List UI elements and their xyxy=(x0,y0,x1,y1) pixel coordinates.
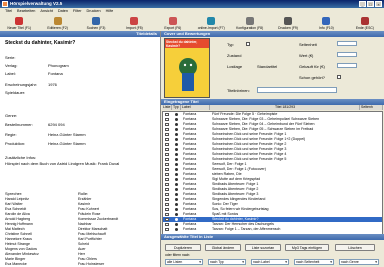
filter-type-select[interactable]: nach Typ xyxy=(208,259,246,265)
bought-input[interactable] xyxy=(337,63,357,68)
notes-input[interactable] xyxy=(257,87,337,93)
rarity-label: Seltenheit xyxy=(299,42,317,47)
field-label-verlag: Verlag: xyxy=(5,63,18,68)
field-value-direction: Heinz-Günter Stamm xyxy=(48,132,86,137)
cast-role: Frau Hoinsiewer xyxy=(78,262,105,266)
field-label-duration: Spieldauer: xyxy=(5,90,26,95)
row-label: Fontana xyxy=(183,227,197,231)
printer-icon xyxy=(284,17,293,25)
new-title-button[interactable]: Neuer Titel (F1) xyxy=(0,14,38,31)
close-button[interactable]: × xyxy=(375,1,382,7)
cover-header: Cover und Bewertungen xyxy=(161,31,384,37)
field-label-direction: Regie: xyxy=(5,132,17,137)
exit-button[interactable]: Ende (ESC) xyxy=(346,14,384,31)
export-icon xyxy=(168,17,177,25)
duplicate-button[interactable]: Duplizieren xyxy=(165,244,201,251)
filter-rarity-select[interactable]: nach Seltenheit xyxy=(294,259,334,265)
app-icon xyxy=(2,1,8,7)
field-label-order-number: Bestellnummer: xyxy=(5,122,33,127)
bought-label: Gekauft für (€) xyxy=(299,64,325,69)
title-details-header: Titeldetails xyxy=(0,31,160,37)
configuration-button[interactable]: Konfiguration (F8) xyxy=(230,14,268,31)
row-checkbox[interactable] xyxy=(165,227,169,233)
filter-list-select[interactable]: alle Listen xyxy=(165,259,203,265)
value-label: Wert (€) xyxy=(299,53,314,58)
field-label-genre: Genre: xyxy=(5,113,18,118)
speakers-header: Sprecher: xyxy=(5,191,23,196)
field-label-serie: Serie: xyxy=(5,55,16,60)
import-button[interactable]: Import (F5) xyxy=(115,14,153,31)
globe-icon xyxy=(207,17,216,25)
toolbar: Neuer Titel (F1) Editieren (F2) Suchen (… xyxy=(0,14,384,32)
field-value-label: Fontana xyxy=(48,71,63,76)
column-label[interactable]: Label xyxy=(181,105,210,110)
title-details-panel: Titeldetails Steckst du dahinter, Kasimi… xyxy=(0,31,161,267)
extra-info-label: Zusätzliche Infos: xyxy=(5,155,37,160)
type-checkbox[interactable] xyxy=(246,42,250,46)
field-label-year: Erscheinungsjahr: xyxy=(5,82,38,87)
gear-icon xyxy=(245,17,254,25)
field-value-production: Heinz-Günter Stamm xyxy=(48,141,86,146)
type-label: Typ xyxy=(227,42,234,47)
cover-image: Steckst du dahinter, Kasimir? xyxy=(164,38,210,98)
row-title: Tarzan: Folge 1 – Tarzan, der Affenmensc… xyxy=(212,227,281,231)
window-title: Hörspielverwaltung V2.5 xyxy=(10,1,63,6)
print-button[interactable]: Drucken (F9) xyxy=(269,14,307,31)
edit-button[interactable]: Editieren (F2) xyxy=(38,14,76,31)
title-bar: Hörspielverwaltung V2.5 _ □ × xyxy=(0,0,384,8)
location-value: Standartitel xyxy=(257,64,278,69)
field-value-order-number: 6294 094 xyxy=(48,122,65,127)
export-button[interactable]: Export (F6) xyxy=(154,14,192,31)
exit-icon xyxy=(360,17,369,25)
table-row[interactable]: Fontana Tarzan: Folge 1 – Tarzan, der Aff… xyxy=(163,227,382,232)
filter-box: Duplizieren Global ändern Liste sozortan… xyxy=(161,240,384,267)
maximize-button[interactable]: □ xyxy=(367,1,374,7)
right-panel: Cover und Bewertungen Steckst du dahinte… xyxy=(161,31,384,267)
rarity-input[interactable] xyxy=(337,41,357,46)
value-input[interactable] xyxy=(337,52,357,57)
field-label-production: Produktion: xyxy=(5,141,26,146)
filter-label-select[interactable]: nach Label xyxy=(251,259,289,265)
filter-genre-select[interactable]: nach Genre xyxy=(339,259,379,265)
column-liste[interactable]: Liste xyxy=(162,105,172,110)
field-value-verlag: Phonogram xyxy=(48,63,69,68)
heard-label: Schon gehört? xyxy=(299,75,326,80)
field-label-label: Label: xyxy=(5,71,16,76)
info-icon xyxy=(322,17,331,25)
cast-row: Eva Manecke Frau Hoinsiewer xyxy=(0,262,160,267)
sort-list-button[interactable]: Liste sozortan xyxy=(245,244,281,251)
notes-label: Titelinbrinen: xyxy=(227,88,250,93)
column-titel[interactable]: Titel 181/293 xyxy=(210,105,360,110)
search-icon xyxy=(92,17,101,25)
info-button[interactable]: Info (F10) xyxy=(307,14,345,31)
column-typ[interactable]: Typ xyxy=(172,105,181,110)
import-icon xyxy=(130,17,139,25)
heard-checkbox[interactable] xyxy=(337,75,341,79)
extra-info-text: Hörspiel nach dem Buch von Astrid Lindgr… xyxy=(5,161,120,166)
cast-speaker: Eva Manecke xyxy=(5,262,27,266)
location-label: Lostlage xyxy=(227,64,243,69)
column-seltenheit[interactable]: Seltenh xyxy=(360,105,383,110)
type-icon xyxy=(175,227,178,232)
new-title-icon xyxy=(15,17,24,25)
search-button[interactable]: Suchen (F3) xyxy=(77,14,115,31)
minimize-button[interactable]: _ xyxy=(359,1,366,7)
cover-title: Steckst du dahinter, Kasimir? xyxy=(166,40,198,48)
title-heading: Steckst du dahinter, Kasimir? xyxy=(5,40,76,46)
global-change-button[interactable]: Global ändern xyxy=(205,244,241,251)
roles-header: Rolle: xyxy=(78,191,89,196)
condition-label: Zustand xyxy=(227,53,242,58)
mp3-tags-button[interactable]: Mp3 Tags einfügen xyxy=(285,244,329,251)
filter-label: oder filtern nach: xyxy=(165,253,191,257)
delete-button[interactable]: Löschen xyxy=(335,244,375,251)
edit-icon xyxy=(53,17,62,25)
online-import-button[interactable]: online-Import (F7) xyxy=(192,14,230,31)
field-value-year: 1976 xyxy=(48,82,57,87)
